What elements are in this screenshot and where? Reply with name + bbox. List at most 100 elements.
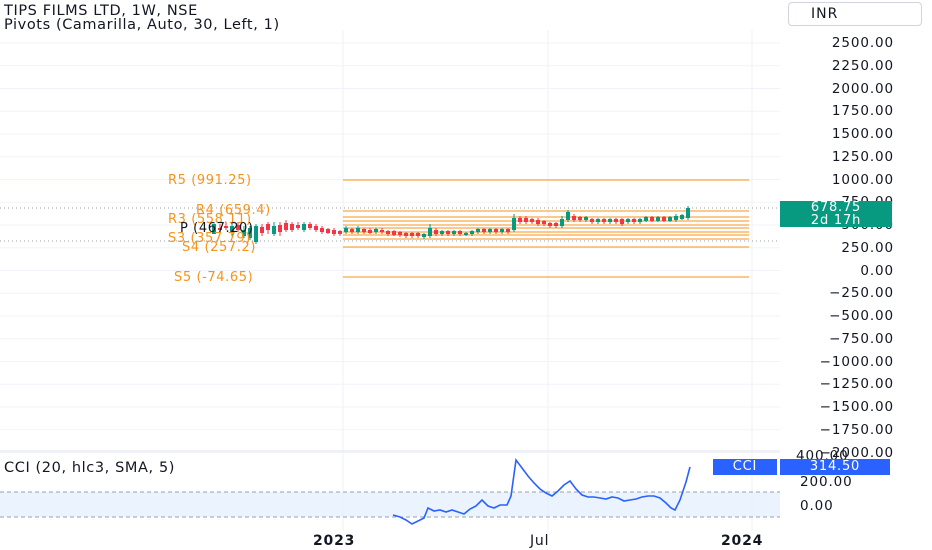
vertical-grid xyxy=(342,30,753,530)
candle xyxy=(422,234,426,237)
candle xyxy=(680,215,684,219)
candle xyxy=(374,229,378,232)
price-axis-tick: 250.00 xyxy=(841,239,894,256)
candle xyxy=(536,220,540,224)
candle xyxy=(290,224,294,230)
candle xyxy=(314,226,318,230)
candle xyxy=(686,208,690,218)
price-axis-tick: 1750.00 xyxy=(831,103,894,120)
candle xyxy=(500,229,504,232)
candle xyxy=(620,219,624,224)
price-axis-tick: −750.00 xyxy=(829,330,894,347)
candle xyxy=(560,219,564,226)
candle xyxy=(404,233,408,236)
candle xyxy=(386,231,390,234)
candle xyxy=(512,218,516,230)
price-axis-tick: −1000.00 xyxy=(819,353,894,370)
candle xyxy=(278,225,282,232)
candle xyxy=(362,229,366,232)
candle xyxy=(662,217,666,221)
cci-value-tag: 314.50 xyxy=(780,459,890,475)
candle xyxy=(608,219,612,222)
candle xyxy=(326,229,330,233)
pivot-lines xyxy=(343,179,749,278)
current-price-tag: 678.75 2d 17h xyxy=(780,201,892,227)
candle xyxy=(308,224,312,228)
time-label-2024: 2024 xyxy=(721,533,763,549)
pivot-s4-label: S4 (257.2) xyxy=(182,240,257,255)
candle xyxy=(590,219,594,222)
candle xyxy=(584,217,588,220)
candle xyxy=(260,227,264,233)
candle xyxy=(656,217,660,221)
price-axis-tick: 1250.00 xyxy=(831,148,894,165)
candle xyxy=(482,229,486,232)
candle xyxy=(410,233,414,236)
candle xyxy=(440,231,444,234)
candle xyxy=(320,228,324,232)
price-axis-tick: 0.00 xyxy=(860,262,894,279)
candle xyxy=(350,229,354,232)
horizontal-grid xyxy=(0,42,780,453)
candle xyxy=(344,228,348,232)
candle xyxy=(302,224,306,230)
candle xyxy=(518,218,522,222)
candle xyxy=(368,230,372,233)
candle xyxy=(644,217,648,221)
cci-tick-200: 200.00 xyxy=(800,474,853,490)
candle xyxy=(284,223,288,230)
candle xyxy=(272,226,276,234)
candle xyxy=(668,217,672,221)
cci-name-tag: CCI xyxy=(713,459,777,475)
price-axis-tick: −250.00 xyxy=(829,285,894,302)
candle xyxy=(458,231,462,234)
candle xyxy=(296,225,300,228)
candle xyxy=(578,217,582,220)
candle xyxy=(416,233,420,236)
candle xyxy=(494,229,498,232)
cci-indicator-label[interactable]: CCI (20, hlc3, SMA, 5) xyxy=(4,460,175,476)
candle xyxy=(650,217,654,221)
candle xyxy=(266,224,270,230)
candle xyxy=(452,231,456,234)
candle xyxy=(380,230,384,232)
price-axis-tick: −1750.00 xyxy=(819,421,894,438)
candle xyxy=(338,231,342,234)
candle xyxy=(530,219,534,222)
candle xyxy=(356,228,360,232)
candle xyxy=(548,223,552,226)
bar-countdown: 2d 17h xyxy=(810,213,862,228)
price-axis-tick: 2500.00 xyxy=(831,35,894,51)
pivot-s5-label: S5 (-74.65) xyxy=(174,270,254,285)
candle xyxy=(632,219,636,222)
price-axis-tick: 1000.00 xyxy=(831,171,894,188)
candle xyxy=(506,229,510,232)
candle xyxy=(524,218,528,222)
candle xyxy=(614,219,618,222)
candle xyxy=(332,230,336,234)
time-label-jul: Jul xyxy=(529,533,549,549)
pivot-r5-label: R5 (991.25) xyxy=(168,173,252,188)
price-axis-tick: −500.00 xyxy=(829,308,894,324)
time-label-2023: 2023 xyxy=(313,533,355,549)
candle xyxy=(542,221,546,224)
candle xyxy=(596,219,600,222)
candle xyxy=(398,232,402,235)
candle xyxy=(554,223,558,226)
candle xyxy=(638,219,642,222)
price-axis-tick: −1250.00 xyxy=(819,376,894,393)
candle xyxy=(572,216,576,220)
candle xyxy=(428,228,432,236)
candle xyxy=(488,229,492,232)
price-axis-tick: −1500.00 xyxy=(819,399,894,415)
candle xyxy=(476,229,480,232)
price-axis-tick: 2000.00 xyxy=(831,80,894,97)
candle xyxy=(674,216,678,220)
candle xyxy=(626,219,630,222)
cci-band-background xyxy=(0,492,780,517)
price-axis-tick: 2250.00 xyxy=(831,57,894,74)
candle xyxy=(470,231,474,234)
candle xyxy=(446,231,450,234)
candle xyxy=(392,231,396,235)
cci-tick-0: 0.00 xyxy=(800,498,834,514)
